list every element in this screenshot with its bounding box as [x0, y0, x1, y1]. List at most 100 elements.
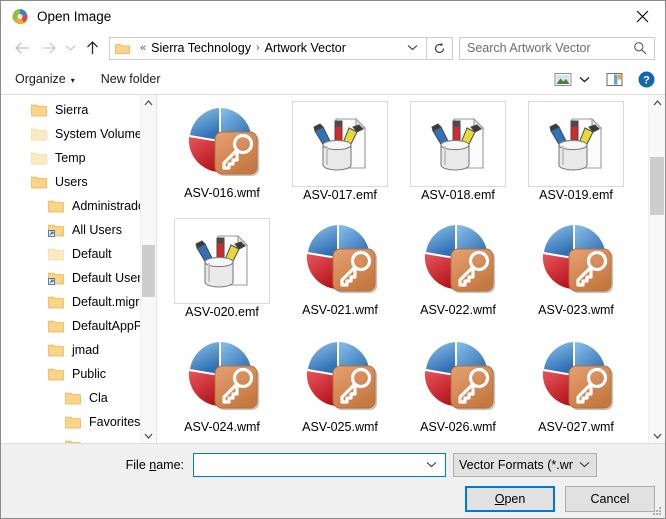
folder-icon: [48, 295, 65, 309]
file-item-label: ASV-021.wmf: [302, 303, 378, 317]
folder-tree-item[interactable]: All Users: [1, 218, 156, 242]
cancel-button[interactable]: Cancel: [565, 486, 655, 512]
file-list-scrollbar[interactable]: [648, 95, 665, 443]
file-item-label: ASV-023.wmf: [538, 303, 614, 317]
folder-tree-item-label: System Volume: [55, 127, 142, 141]
breadcrumb-item-2[interactable]: Artwork Vector: [265, 41, 346, 55]
new-folder-label: New folder: [100, 72, 161, 86]
folder-tree-item[interactable]: [1, 434, 156, 443]
preview-pane-icon[interactable]: [606, 72, 623, 87]
folder-tree-item[interactable]: Default User: [1, 266, 156, 290]
breadcrumb-item-1[interactable]: Sierra Technology: [151, 41, 251, 55]
folder-tree-item[interactable]: DefaultAppPo: [1, 314, 156, 338]
folder-tree-item-label: Temp: [55, 151, 86, 165]
toolbar: Organize ▾ New folder ?: [1, 64, 665, 95]
new-folder-button[interactable]: New folder: [101, 72, 161, 86]
organize-label: Organize: [15, 72, 66, 86]
up-button[interactable]: [79, 36, 105, 60]
folder-tree-scrollbar[interactable]: [140, 95, 156, 443]
dialog-body: Sierra System Volume Temp Users Administrado…: [1, 95, 665, 443]
scroll-down-arrow-icon[interactable]: [141, 428, 156, 443]
forward-button[interactable]: [35, 36, 61, 60]
folder-tree-item[interactable]: Default: [1, 242, 156, 266]
file-item[interactable]: ASV-023.wmf: [517, 218, 635, 335]
folder-icon: [65, 415, 82, 429]
folder-tree-item[interactable]: Default.migra: [1, 290, 156, 314]
folder-tree-item[interactable]: Public: [1, 362, 156, 386]
folder-tree-scroll-thumb[interactable]: [142, 245, 155, 297]
folder-tree-item[interactable]: Users: [1, 170, 156, 194]
file-item[interactable]: ASV-020.emf: [163, 218, 281, 335]
folder-tree-item[interactable]: Temp: [1, 146, 156, 170]
file-item-label: ASV-018.emf: [421, 188, 495, 202]
folder-tree-item[interactable]: Cla: [1, 386, 156, 410]
folder-tree-item[interactable]: Favorites: [1, 410, 156, 434]
folder-tree-item[interactable]: Administrado: [1, 194, 156, 218]
search-input[interactable]: [460, 40, 630, 56]
folder-shortcut-icon: [48, 223, 65, 237]
wmf-key-icon: [536, 218, 616, 302]
file-name-chevron-down-icon[interactable]: [418, 460, 445, 471]
file-item[interactable]: ASV-027.wmf: [517, 335, 635, 443]
resize-grip[interactable]: [651, 505, 662, 516]
folder-icon: [48, 367, 65, 381]
file-type-filter-chevron-down-icon[interactable]: [573, 460, 596, 471]
file-type-filter-select[interactable]: Vector Formats (*.wmf;*.emf;*.c: [453, 453, 597, 477]
folder-tree-item-label: Administrado: [72, 199, 145, 213]
view-thumbnail-icon[interactable]: [554, 72, 572, 87]
breadcrumb-chevrons[interactable]: «: [135, 42, 151, 54]
file-name-combo[interactable]: [193, 453, 446, 477]
folder-icon: [31, 103, 48, 117]
file-item-label: ASV-017.emf: [303, 188, 377, 202]
folder-icon: [48, 343, 65, 357]
file-item[interactable]: ASV-021.wmf: [281, 218, 399, 335]
wmf-key-icon: [300, 218, 380, 302]
open-label: Open: [494, 492, 526, 506]
file-item[interactable]: ASV-024.wmf: [163, 335, 281, 443]
folder-tree-item-label: jmad: [72, 343, 100, 357]
wmf-key-icon: [418, 335, 498, 419]
file-item[interactable]: ASV-016.wmf: [163, 101, 281, 218]
file-item[interactable]: ASV-026.wmf: [399, 335, 517, 443]
file-item-label: ASV-020.emf: [185, 305, 259, 319]
scroll-down-arrow-icon[interactable]: [649, 428, 665, 443]
file-item[interactable]: ASV-019.emf: [517, 101, 635, 218]
file-item[interactable]: ASV-017.emf: [281, 101, 399, 218]
file-item[interactable]: ASV-018.emf: [399, 101, 517, 218]
file-name-input[interactable]: [194, 457, 418, 473]
folder-tree-item[interactable]: jmad: [1, 338, 156, 362]
folder-tree-item[interactable]: System Volume: [1, 122, 156, 146]
close-button[interactable]: [620, 1, 665, 32]
file-item-label: ASV-025.wmf: [302, 420, 378, 434]
refresh-button[interactable]: [427, 36, 453, 60]
file-type-filter-value: Vector Formats (*.wmf;*.emf;*.c: [459, 458, 573, 472]
file-item-label: ASV-024.wmf: [184, 420, 260, 434]
title-bar: Open Image: [1, 1, 665, 32]
wmf-key-icon: [536, 335, 616, 419]
file-list-pane: ASV-016.wmf ASV-017.emf ASV-018.emf ASV-019…: [157, 95, 665, 443]
view-options-chevron-down-icon[interactable]: [579, 76, 590, 83]
open-button[interactable]: Open: [465, 486, 555, 512]
folder-tree-item-label: Cla: [89, 391, 108, 405]
breadcrumb-bar[interactable]: « Sierra Technology › Artwork Vector: [109, 36, 427, 60]
folder-tree: Sierra System Volume Temp Users Administrado…: [1, 95, 156, 443]
search-icon[interactable]: [630, 41, 654, 55]
folder-tree-item-label: Public: [72, 367, 107, 381]
organize-menu[interactable]: Organize ▾: [15, 72, 75, 86]
back-button[interactable]: [9, 36, 35, 60]
help-icon[interactable]: ?: [638, 71, 655, 88]
file-item[interactable]: ASV-025.wmf: [281, 335, 399, 443]
folder-shortcut-icon: [48, 271, 65, 285]
scroll-up-arrow-icon[interactable]: [141, 95, 156, 110]
file-grid: ASV-016.wmf ASV-017.emf ASV-018.emf ASV-019…: [157, 95, 638, 443]
file-list-scroll-thumb[interactable]: [650, 157, 664, 215]
folder-tree-item-label: DefaultAppPo: [72, 319, 150, 333]
folder-tree-item[interactable]: Sierra: [1, 98, 156, 122]
recent-locations-chevron-down-icon[interactable]: [61, 36, 79, 60]
scroll-up-arrow-icon[interactable]: [649, 95, 665, 110]
file-item[interactable]: ASV-022.wmf: [399, 218, 517, 335]
folder-icon: [31, 151, 48, 165]
cancel-label: Cancel: [590, 492, 630, 506]
search-box[interactable]: [459, 36, 655, 60]
breadcrumb-chevron-down-icon[interactable]: [399, 43, 426, 54]
